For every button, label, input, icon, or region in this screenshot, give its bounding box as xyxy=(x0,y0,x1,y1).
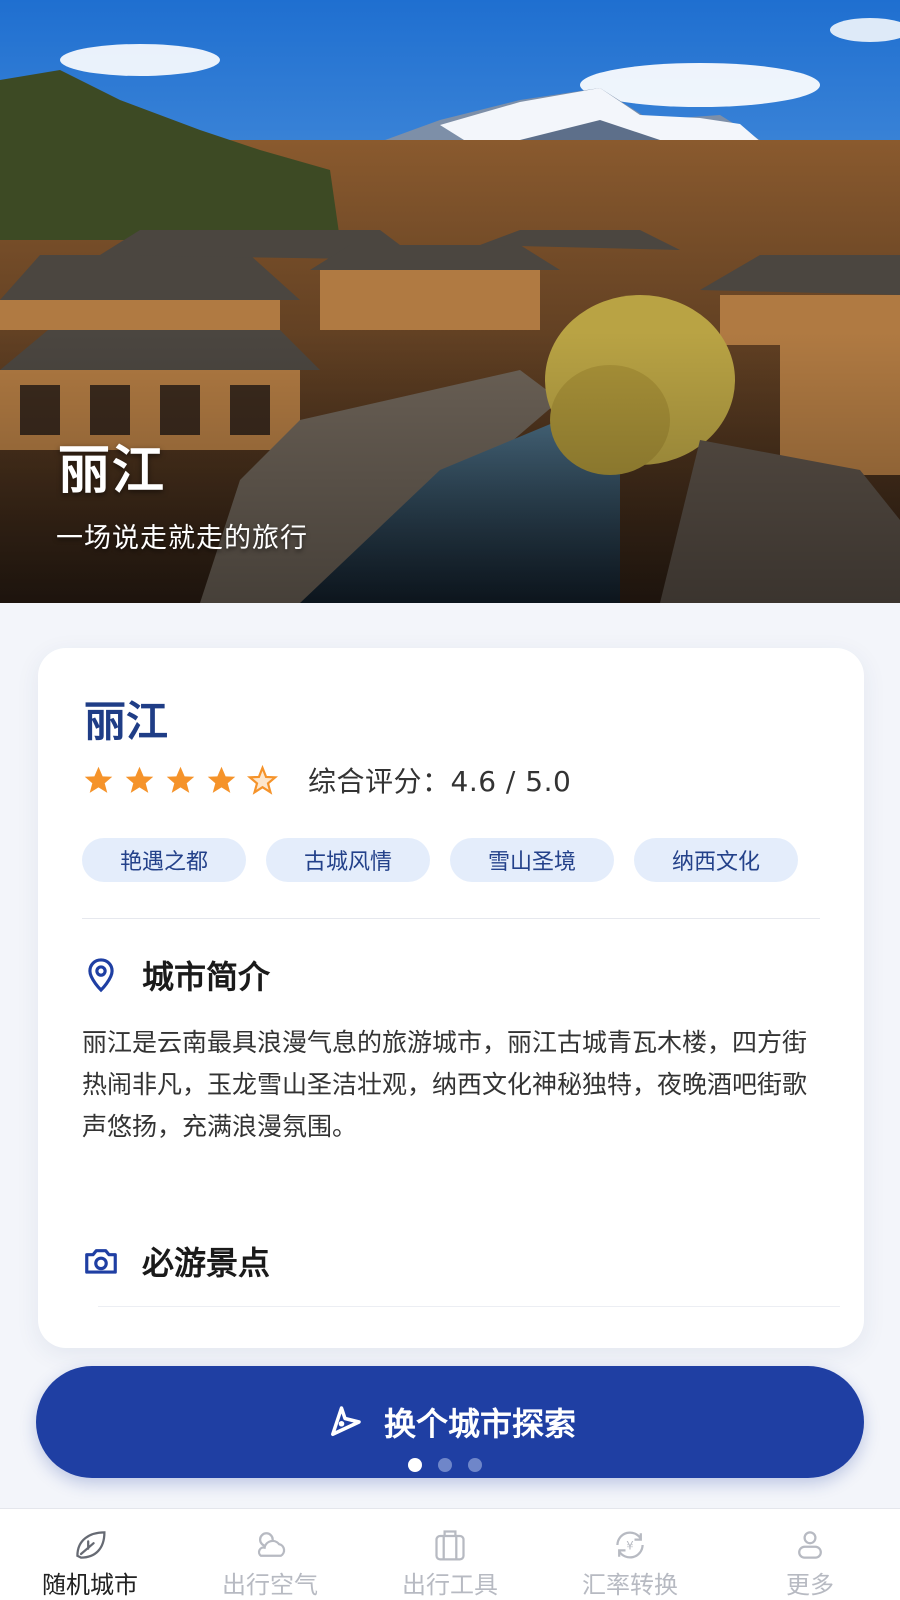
tag-chip[interactable]: 纳西文化 xyxy=(634,838,798,882)
explore-button-label: 换个城市探索 xyxy=(383,1405,576,1443)
page-indicator xyxy=(408,1458,482,1472)
sights-list-top xyxy=(98,1306,840,1307)
location-pin-icon xyxy=(88,958,114,993)
hero-subtitle: 一场说走就走的旅行 xyxy=(56,523,308,554)
page-dot[interactable] xyxy=(468,1458,482,1472)
nav-label: 出行工具 xyxy=(402,1571,498,1599)
hero-title: 丽江 xyxy=(58,441,167,501)
sights-heading: 必游景点 xyxy=(82,1238,270,1284)
leaf-icon xyxy=(76,1531,106,1559)
intro-text: 丽江是云南最具浪漫气息的旅游城市，丽江古城青瓦木楼，四方街热闹非凡，玉龙雪山圣洁… xyxy=(82,1028,808,1141)
tag-chip[interactable]: 雪山圣境 xyxy=(450,838,614,882)
hero-image xyxy=(0,0,900,603)
city-card: 丽江 综合评分：4.6 / 5.0 艳遇之都 古城风情 雪山圣境 纳西文化 城市… xyxy=(38,648,864,1348)
weather-icon xyxy=(257,1532,286,1557)
compass-icon xyxy=(330,1406,361,1436)
star-outline-icon xyxy=(246,764,279,795)
nav-currency-exchange[interactable]: ¥ 汇率转换 xyxy=(540,1509,720,1600)
user-icon xyxy=(798,1531,822,1559)
star-full-icon xyxy=(166,766,195,793)
rating-score: 综合评分：4.6 / 5.0 xyxy=(308,765,572,798)
star-full-icon xyxy=(84,766,113,793)
tag-chip[interactable]: 艳遇之都 xyxy=(82,838,246,882)
svg-text:¥: ¥ xyxy=(626,1539,633,1553)
camera-icon xyxy=(85,1249,117,1274)
bottom-nav: 随机城市 出行空气 出行工具 ¥ 汇率转换 更多 xyxy=(0,1508,900,1600)
star-full-icon xyxy=(125,766,154,793)
tag-list: 艳遇之都 古城风情 雪山圣境 纳西文化 xyxy=(82,838,798,882)
star-full-icon xyxy=(207,766,236,793)
tag-chip[interactable]: 古城风情 xyxy=(266,838,430,882)
divider xyxy=(82,918,820,919)
page-dot-active[interactable] xyxy=(408,1458,422,1472)
rating-stars xyxy=(82,764,279,797)
nav-label: 更多 xyxy=(786,1571,834,1599)
intro-title: 城市简介 xyxy=(142,958,271,996)
intro-heading: 城市简介 xyxy=(82,952,270,998)
suitcase-icon xyxy=(435,1530,465,1561)
nav-more[interactable]: 更多 xyxy=(720,1509,900,1600)
city-name: 丽江 xyxy=(84,697,169,746)
nav-label: 随机城市 xyxy=(42,1571,138,1599)
hero-banner: 丽江 一场说走就走的旅行 xyxy=(0,0,900,603)
nav-air-quality[interactable]: 出行空气 xyxy=(180,1509,360,1600)
page-dot[interactable] xyxy=(438,1458,452,1472)
sights-title: 必游景点 xyxy=(142,1244,271,1282)
nav-travel-tools[interactable]: 出行工具 xyxy=(360,1509,540,1600)
nav-label: 出行空气 xyxy=(222,1571,318,1599)
nav-random-city[interactable]: 随机城市 xyxy=(0,1509,180,1600)
currency-exchange-icon: ¥ xyxy=(616,1531,644,1559)
nav-label: 汇率转换 xyxy=(582,1571,678,1599)
